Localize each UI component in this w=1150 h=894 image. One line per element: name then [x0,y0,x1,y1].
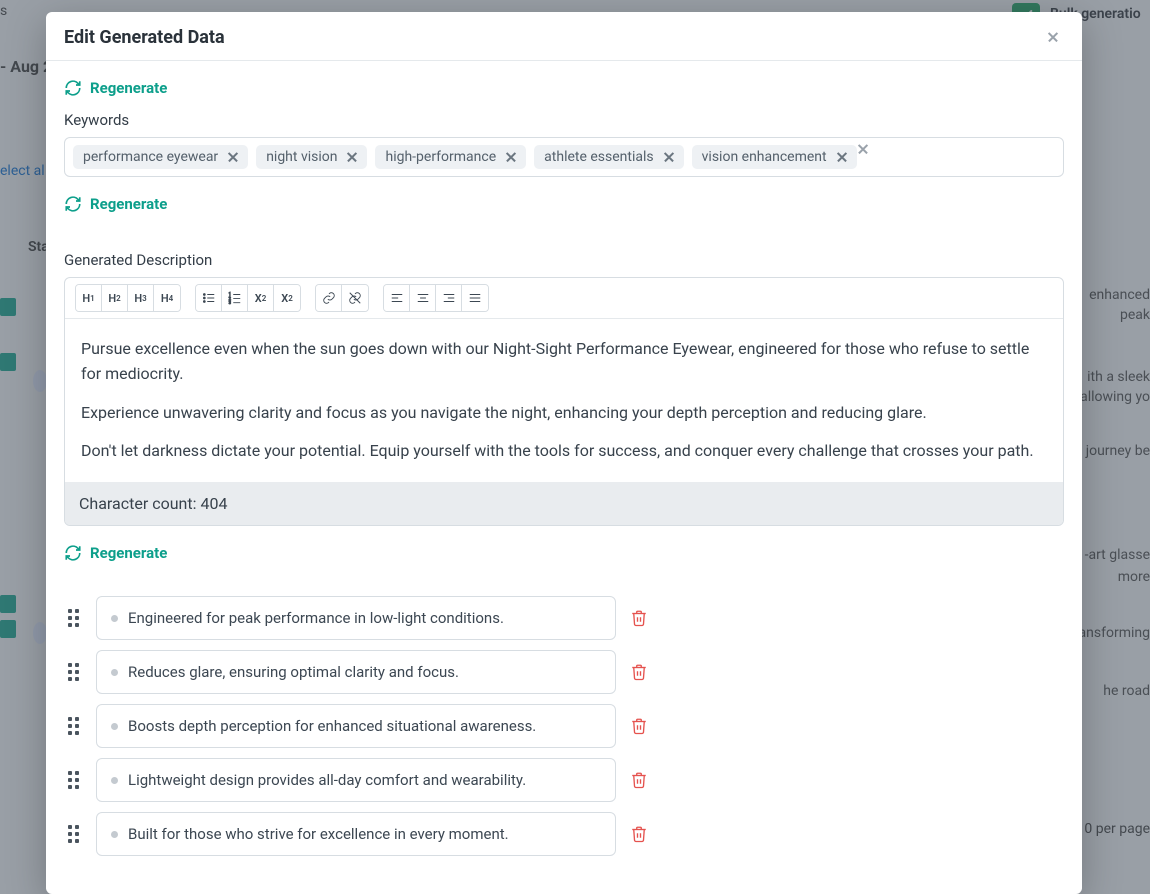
modal-title: Edit Generated Data [64,27,225,48]
keyword-chip: athlete essentials [534,145,683,169]
heading3-button[interactable]: H3 [128,285,154,311]
feature-input[interactable]: Reduces glare, ensuring optimal clarity … [96,650,616,694]
delete-feature-icon[interactable] [630,717,648,735]
list-group: 123 X2 X2 [195,284,301,312]
feature-text: Reduces glare, ensuring optimal clarity … [128,663,459,681]
heading4-button[interactable]: H4 [154,285,180,311]
feature-text: Built for those who strive for excellenc… [128,825,509,843]
remove-keyword-icon[interactable] [345,150,359,164]
description-paragraph: Experience unwavering clarity and focus … [81,401,1047,426]
regenerate-label: Regenerate [90,544,167,562]
feature-text: Engineered for peak performance in low-l… [128,609,504,627]
modal-body[interactable]: Regenerate Keywords performance eyewear … [46,61,1082,887]
drag-handle-icon[interactable] [64,771,82,789]
bullet-list-icon[interactable] [196,285,222,311]
delete-feature-icon[interactable] [630,609,648,627]
description-paragraph: Don't let darkness dictate your potentia… [81,439,1047,464]
description-field-label: Generated Description [64,251,1064,269]
keyword-chip: vision enhancement [692,145,857,169]
bullet-icon [111,831,118,838]
remove-keyword-icon[interactable] [835,150,849,164]
character-count: Character count: 404 [65,482,1063,525]
heading-group: H1 H2 H3 H4 [75,284,181,312]
keyword-text: performance eyewear [83,149,218,165]
remove-keyword-icon[interactable] [226,150,240,164]
refresh-icon [64,79,82,97]
description-textarea[interactable]: Pursue excellence even when the sun goes… [65,319,1063,482]
delete-feature-icon[interactable] [630,825,648,843]
keywords-input[interactable]: performance eyewear night vision high-pe… [64,137,1064,177]
svg-text:3: 3 [228,300,231,305]
keyword-text: night vision [266,149,337,165]
heading1-button[interactable]: H1 [76,285,102,311]
bullet-icon [111,723,118,730]
clear-keywords-icon[interactable] [855,141,871,157]
keywords-field-label: Keywords [64,111,1064,129]
regenerate-description-button[interactable]: Regenerate [64,195,1064,213]
drag-handle-icon[interactable] [64,609,82,627]
regenerate-label: Regenerate [90,195,167,213]
link-icon[interactable] [316,285,342,311]
align-justify-icon[interactable] [462,285,488,311]
feature-item: Engineered for peak performance in low-l… [64,596,1064,640]
keyword-text: vision enhancement [702,149,827,165]
ordered-list-icon[interactable]: 123 [222,285,248,311]
feature-text: Lightweight design provides all-day comf… [128,771,526,789]
refresh-icon [64,544,82,562]
align-group [383,284,489,312]
feature-item: Boosts depth perception for enhanced sit… [64,704,1064,748]
bullet-icon [111,669,118,676]
superscript-button[interactable]: X2 [274,285,300,311]
feature-item: Lightweight design provides all-day comf… [64,758,1064,802]
drag-handle-icon[interactable] [64,663,82,681]
heading2-button[interactable]: H2 [102,285,128,311]
remove-keyword-icon[interactable] [504,150,518,164]
bullet-icon [111,615,118,622]
feature-input[interactable]: Built for those who strive for excellenc… [96,812,616,856]
regenerate-keywords-button[interactable]: Regenerate [64,79,1064,97]
regenerate-features-button[interactable]: Regenerate [64,544,1064,562]
feature-input[interactable]: Lightweight design provides all-day comf… [96,758,616,802]
modal-header: Edit Generated Data [46,12,1082,61]
feature-text: Boosts depth perception for enhanced sit… [128,717,536,735]
bullet-icon [111,777,118,784]
keyword-chip: high-performance [375,145,526,169]
delete-feature-icon[interactable] [630,663,648,681]
align-left-icon[interactable] [384,285,410,311]
link-group [315,284,369,312]
align-right-icon[interactable] [436,285,462,311]
keyword-text: athlete essentials [544,149,653,165]
description-editor: H1 H2 H3 H4 123 X2 X2 [64,277,1064,526]
unlink-icon[interactable] [342,285,368,311]
regenerate-label: Regenerate [90,79,167,97]
subscript-button[interactable]: X2 [248,285,274,311]
feature-input[interactable]: Boosts depth perception for enhanced sit… [96,704,616,748]
description-paragraph: Pursue excellence even when the sun goes… [81,337,1047,387]
edit-generated-data-modal: Edit Generated Data Regenerate Keywords … [46,12,1082,894]
feature-item: Reduces glare, ensuring optimal clarity … [64,650,1064,694]
align-center-icon[interactable] [410,285,436,311]
editor-toolbar: H1 H2 H3 H4 123 X2 X2 [65,278,1063,319]
feature-input[interactable]: Engineered for peak performance in low-l… [96,596,616,640]
drag-handle-icon[interactable] [64,825,82,843]
feature-item: Built for those who strive for excellenc… [64,812,1064,856]
keyword-text: high-performance [385,149,496,165]
refresh-icon [64,195,82,213]
drag-handle-icon[interactable] [64,717,82,735]
remove-keyword-icon[interactable] [662,150,676,164]
keyword-chip: performance eyewear [73,145,248,169]
close-icon[interactable] [1042,26,1064,48]
keyword-chip: night vision [256,145,367,169]
delete-feature-icon[interactable] [630,771,648,789]
